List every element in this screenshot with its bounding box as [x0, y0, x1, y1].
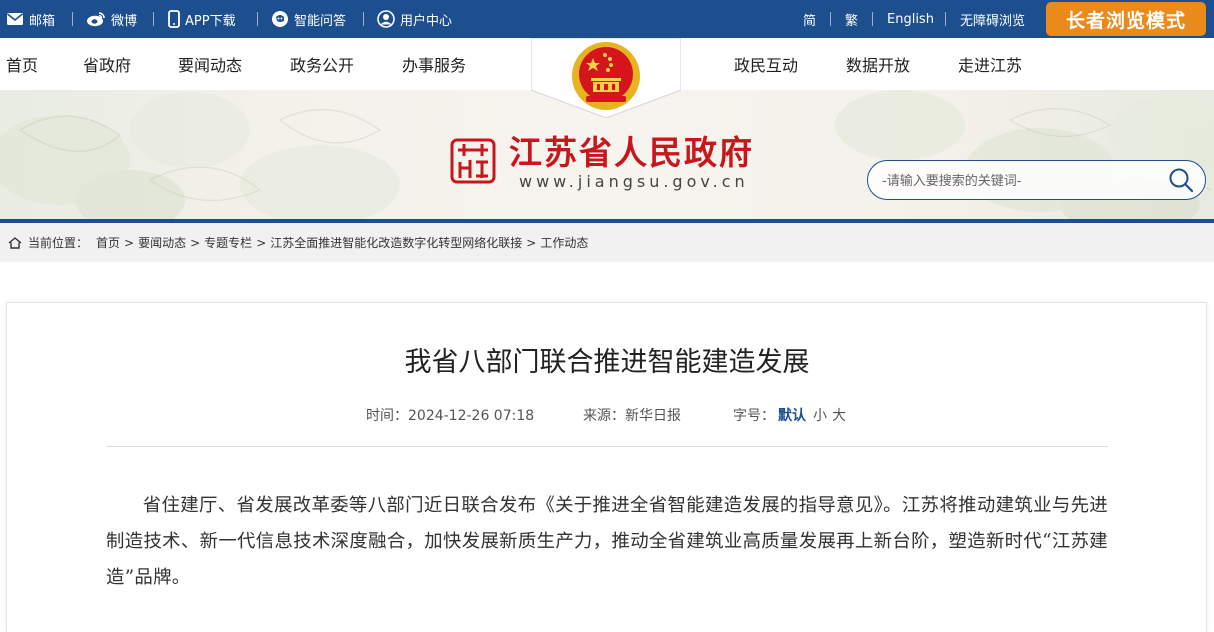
breadcrumb-separator: >: [124, 235, 135, 250]
user-icon: [377, 10, 395, 28]
mail-label: 邮箱: [29, 13, 56, 29]
nav-item-government-affairs[interactable]: 政务公开: [290, 38, 354, 90]
publish-time: 时间：2024-12-26 07:18: [366, 408, 535, 424]
breadcrumb-prefix: 当前位置：: [28, 236, 89, 250]
smart-qa-label: 智能问答: [294, 13, 347, 29]
user-center-link[interactable]: 用户中心: [377, 0, 452, 38]
chat-icon: [271, 10, 289, 28]
nav-item-home[interactable]: 首页: [6, 38, 38, 90]
weibo-icon: [86, 11, 106, 27]
traditional-chinese-link[interactable]: 繁: [845, 0, 858, 38]
search-icon[interactable]: [1168, 167, 1194, 193]
site-logo-icon: [450, 138, 496, 184]
accessibility-label: 无障碍浏览: [960, 13, 1026, 29]
article-body: 省住建厅、省发展改革委等八部门近日联合发布《关于推进全省智能建造发展的指导意见》…: [106, 495, 1108, 588]
english-label: English: [887, 11, 934, 27]
mail-icon: [6, 12, 24, 26]
separator: [363, 12, 364, 26]
font-size-small-button[interactable]: 小: [813, 405, 827, 425]
breadcrumb-item-special-topics[interactable]: 专题专栏: [204, 234, 252, 251]
home-icon: [8, 236, 22, 249]
breadcrumb-separator: >: [256, 235, 267, 250]
breadcrumb-item-topic[interactable]: 江苏全面推进智能化改造数字化转型网络化联接: [270, 234, 522, 251]
separator: [153, 12, 154, 26]
breadcrumb-separator: >: [190, 235, 201, 250]
nav-item-services[interactable]: 办事服务: [402, 38, 466, 90]
separator: [72, 12, 73, 26]
simplified-chinese-link[interactable]: 简: [803, 0, 816, 38]
accessibility-link[interactable]: 无障碍浏览: [960, 0, 1025, 38]
site-title[interactable]: 江苏省人民政府: [509, 126, 754, 174]
separator: [872, 12, 873, 26]
user-center-label: 用户中心: [400, 13, 453, 29]
article-title: 我省八部门联合推进智能建造发展: [404, 347, 810, 378]
breadcrumb-item-home[interactable]: 首页: [96, 234, 120, 251]
search-box: [867, 160, 1206, 200]
simplified-label: 简: [803, 13, 817, 29]
font-size-label: 字号：: [733, 408, 775, 424]
nav-item-interaction[interactable]: 政民互动: [734, 38, 798, 90]
smart-qa-link[interactable]: 智能问答: [271, 0, 346, 38]
nav-item-provincial-government[interactable]: 省政府: [83, 38, 131, 90]
app-download-link[interactable]: APP下载: [168, 0, 236, 38]
english-link[interactable]: English: [887, 0, 934, 38]
phone-icon: [168, 10, 180, 28]
app-download-label: APP下载: [185, 13, 236, 29]
site-url: www.jiangsu.gov.cn: [519, 172, 749, 191]
separator: [257, 12, 258, 26]
nav-item-about-jiangsu[interactable]: 走进江苏: [958, 38, 1022, 90]
divider: [106, 446, 1108, 447]
nav-item-open-data[interactable]: 数据开放: [846, 38, 910, 90]
separator: [945, 12, 946, 26]
breadcrumb-separator: >: [526, 235, 537, 250]
elder-mode-button[interactable]: 长者浏览模式: [1046, 2, 1206, 36]
traditional-label: 繁: [845, 13, 859, 29]
breadcrumb-item-work-updates[interactable]: 工作动态: [540, 234, 588, 251]
weibo-link[interactable]: 微博: [86, 0, 137, 38]
mail-link[interactable]: 邮箱: [6, 0, 55, 38]
top-utility-bar: 邮箱 微博 APP下载 智能问答 用户中心 简 繁 English 无障碍浏览 …: [0, 0, 1214, 38]
font-size-large-button[interactable]: 大: [832, 405, 846, 425]
nav-item-news[interactable]: 要闻动态: [178, 38, 242, 90]
breadcrumb: 当前位置： 首页 > 要闻动态 > 专题专栏 > 江苏全面推进智能化改造数字化转…: [0, 223, 1214, 262]
article-source: 来源：新华日报: [583, 408, 681, 424]
weibo-label: 微博: [111, 13, 138, 29]
separator: [830, 12, 831, 26]
search-input[interactable]: [882, 169, 1162, 193]
breadcrumb-item-news[interactable]: 要闻动态: [138, 234, 186, 251]
national-emblem: [530, 37, 682, 119]
font-size-default-button[interactable]: 默认: [778, 405, 806, 425]
